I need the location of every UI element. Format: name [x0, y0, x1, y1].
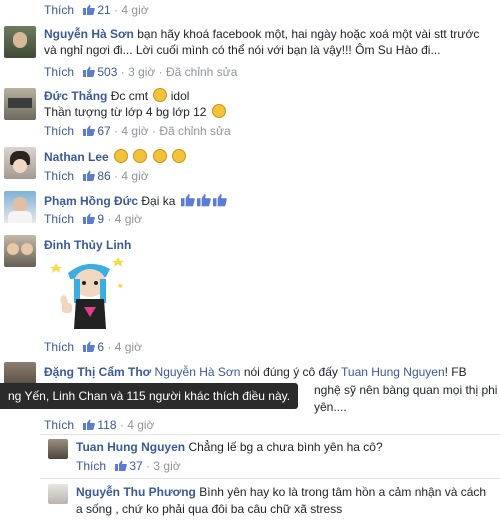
comment-text: Chẳng lế bg a chưa bình yên ha cô? [188, 440, 383, 454]
thumb-icon [83, 125, 95, 136]
avatar[interactable] [4, 26, 36, 58]
divider [40, 478, 500, 479]
edited-label[interactable]: Đã chỉnh sửa [159, 124, 230, 138]
like-link[interactable]: Thích [44, 169, 74, 183]
like-link[interactable]: Thích [44, 340, 74, 354]
comment-text: Thần tượng từ lớp 4 bg lớp 12 [44, 105, 207, 119]
like-count[interactable]: 503 [77, 65, 117, 79]
like-link[interactable]: Thích [44, 212, 74, 226]
thumbs-up-icon [213, 193, 227, 207]
grin-icon [172, 149, 187, 163]
comment-text: nói đúng ý cô đấy [243, 365, 338, 379]
comment-actions: Thích 503 · 3 giờ · Đã chỉnh sửa [44, 65, 238, 79]
thumbs-up-icon [197, 193, 211, 207]
timestamp[interactable]: 4 giờ [121, 169, 148, 183]
avatar[interactable] [48, 484, 68, 504]
thumb-icon [115, 460, 127, 471]
smiley-icon [211, 104, 226, 118]
thumb-icon [83, 419, 95, 430]
timestamp[interactable]: 4 giờ [121, 3, 148, 17]
comment-text: ! FB [444, 365, 467, 379]
commenter-name[interactable]: Đặng Thị Cẩm Thơ [44, 365, 151, 379]
commenter-name[interactable]: Nathan Lee [44, 150, 109, 164]
timestamp[interactable]: 4 giờ [127, 418, 154, 432]
like-count[interactable]: 86 [77, 169, 111, 183]
comment-actions: Thích 67 · 4 giờ · Đã chỉnh sửa [44, 124, 231, 138]
thumb-icon [83, 341, 95, 352]
avatar[interactable] [4, 88, 36, 120]
top-actions: Thích 21 · 4 giờ [44, 3, 149, 17]
grin-icon [152, 149, 167, 163]
comment-text: yên.... [314, 400, 347, 414]
avatar[interactable] [48, 439, 68, 459]
like-count[interactable]: 37 [109, 459, 143, 473]
timestamp[interactable]: 3 giờ [153, 459, 180, 473]
likes-tooltip: ng Yến, Linh Chan và 115 người khác thíc… [0, 383, 299, 409]
thumbs-up-icon [181, 193, 195, 207]
like-link[interactable]: Thích [76, 459, 106, 473]
timestamp[interactable]: 4 giờ [121, 124, 148, 138]
avatar[interactable] [4, 147, 36, 179]
comment-actions: Thích 86 · 4 giờ [44, 169, 149, 183]
like-count[interactable]: 118 [77, 418, 117, 432]
commenter-name[interactable]: Nguyễn Thu Phương [76, 485, 196, 499]
commenter-name[interactable]: Tuan Hung Nguyen [76, 440, 185, 454]
smiley-icon [153, 88, 168, 102]
commenter-name[interactable]: Đinh Thủy Linh [44, 238, 131, 252]
comment-text: nghệ sỹ nên bàng quan mọi thị phi [314, 383, 498, 397]
like-count[interactable]: 21 [77, 3, 111, 17]
timestamp[interactable]: 4 giờ [115, 212, 142, 226]
commenter-name[interactable]: Nguyễn Hà Sơn [44, 27, 134, 41]
thumb-icon [83, 170, 95, 181]
divider [40, 434, 500, 435]
thumb-icon [83, 4, 95, 15]
like-count[interactable]: 9 [77, 212, 104, 226]
comment-text: Đc cmt [110, 89, 149, 103]
comment-actions: Thích 6 · 4 giờ [44, 340, 142, 354]
grin-icon [133, 149, 148, 163]
mention-link[interactable]: Tuan Hung Nguyen [341, 365, 445, 379]
timestamp[interactable]: 4 giờ [115, 340, 142, 354]
timestamp[interactable]: 3 giờ [128, 65, 155, 79]
edited-label[interactable]: Đã chỉnh sửa [166, 65, 237, 79]
like-link[interactable]: Thích [44, 418, 74, 432]
thumb-icon [83, 213, 95, 224]
comment-actions: Thích 9 · 4 giờ [44, 212, 142, 226]
avatar[interactable] [4, 235, 36, 267]
sticker-image [48, 253, 128, 339]
commenter-name[interactable]: Đức Thắng [44, 89, 107, 103]
comment-actions: Thích 118 · 4 giờ [44, 418, 155, 432]
grin-icon [114, 149, 129, 163]
comment-text: Đại ka [141, 194, 176, 208]
like-link[interactable]: Thích [44, 65, 74, 79]
comment-actions: Thích 37 · 3 giờ [76, 459, 181, 473]
avatar[interactable] [4, 191, 36, 223]
like-count[interactable]: 67 [77, 124, 111, 138]
mention-link[interactable]: Nguyễn Hà Sơn [155, 365, 241, 379]
like-link[interactable]: Thích [44, 124, 74, 138]
thumb-icon [83, 66, 95, 77]
like-count[interactable]: 6 [77, 340, 104, 354]
commenter-name[interactable]: Phạm Hồng Đức [44, 194, 138, 208]
like-link[interactable]: Thích [44, 3, 74, 17]
comment-text: idol [170, 89, 190, 103]
